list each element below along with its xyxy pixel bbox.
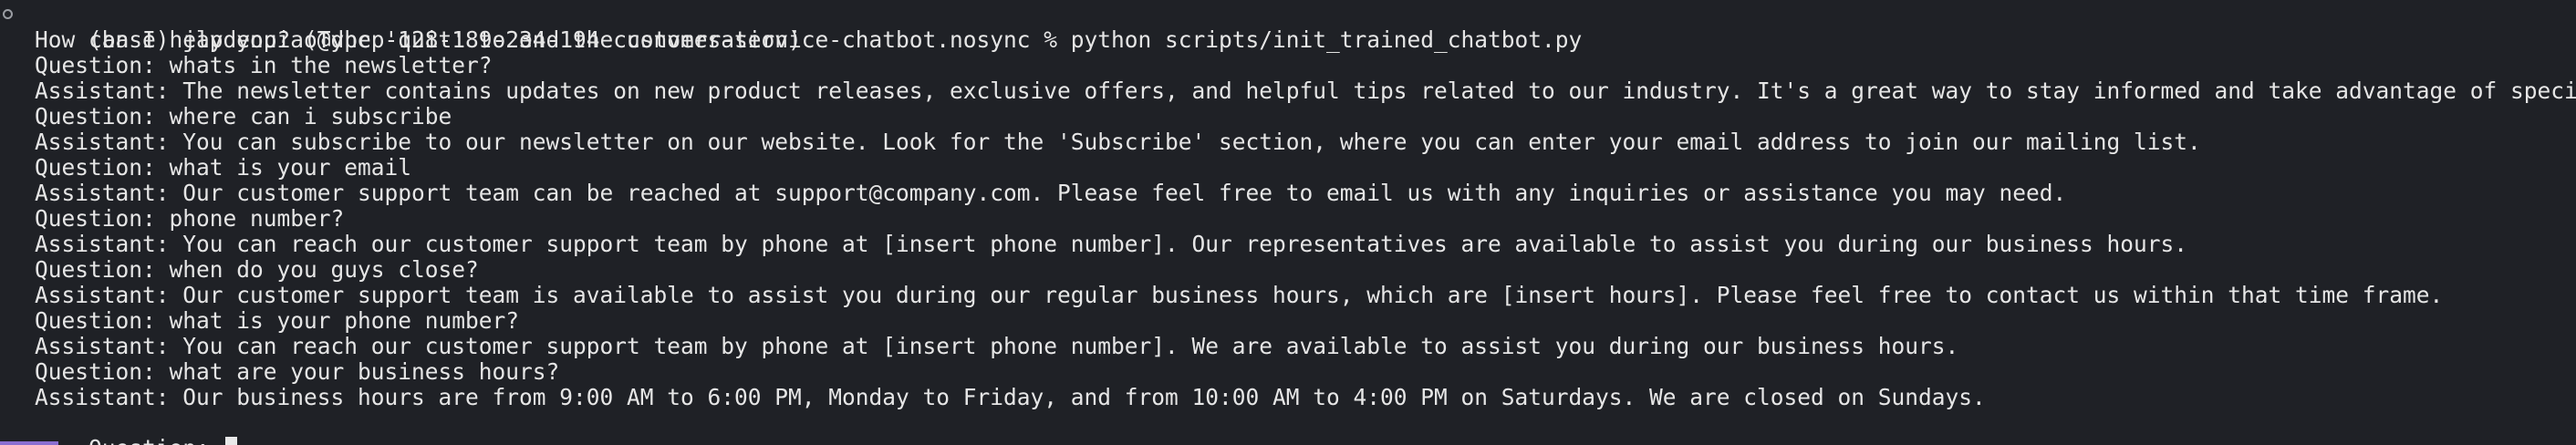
output-line: How can I help you? (Type 'quit' to end … xyxy=(35,26,802,53)
output-line: Question: when do you guys close? xyxy=(35,256,479,283)
bottom-accent-bar xyxy=(0,441,58,445)
output-line: Question: phone number? xyxy=(35,205,345,232)
output-line: Assistant: You can reach our customer su… xyxy=(35,231,2188,257)
terminal-window[interactable]: (base) jaydenpiao@dhcp-128-189-234-194 c… xyxy=(0,0,2576,445)
output-line: Assistant: You can reach our customer su… xyxy=(35,333,1959,359)
input-line[interactable]: Question: xyxy=(0,410,2576,445)
input-prompt: Question: xyxy=(88,435,223,445)
output-line: Assistant: The newsletter contains updat… xyxy=(35,78,2576,104)
output-line: Assistant: Our business hours are from 9… xyxy=(35,384,1986,410)
output-line: Question: where can i subscribe xyxy=(35,103,452,129)
output-line: Question: what is your phone number? xyxy=(35,307,520,334)
text-cursor xyxy=(224,437,237,445)
command-prompt-line: (base) jaydenpiao@dhcp-128-189-234-194 c… xyxy=(0,2,2576,53)
output-line: Assistant: Our customer support team can… xyxy=(35,180,2067,206)
output-line: Question: what are your business hours? xyxy=(35,358,560,385)
output-line: Question: whats in the newsletter? xyxy=(35,52,493,78)
output-line: Question: what is your email xyxy=(35,154,412,181)
command-status-circle-icon xyxy=(3,9,13,19)
output-line: Assistant: You can subscribe to our news… xyxy=(35,129,2201,155)
output-line: Assistant: Our customer support team is … xyxy=(35,282,2444,308)
